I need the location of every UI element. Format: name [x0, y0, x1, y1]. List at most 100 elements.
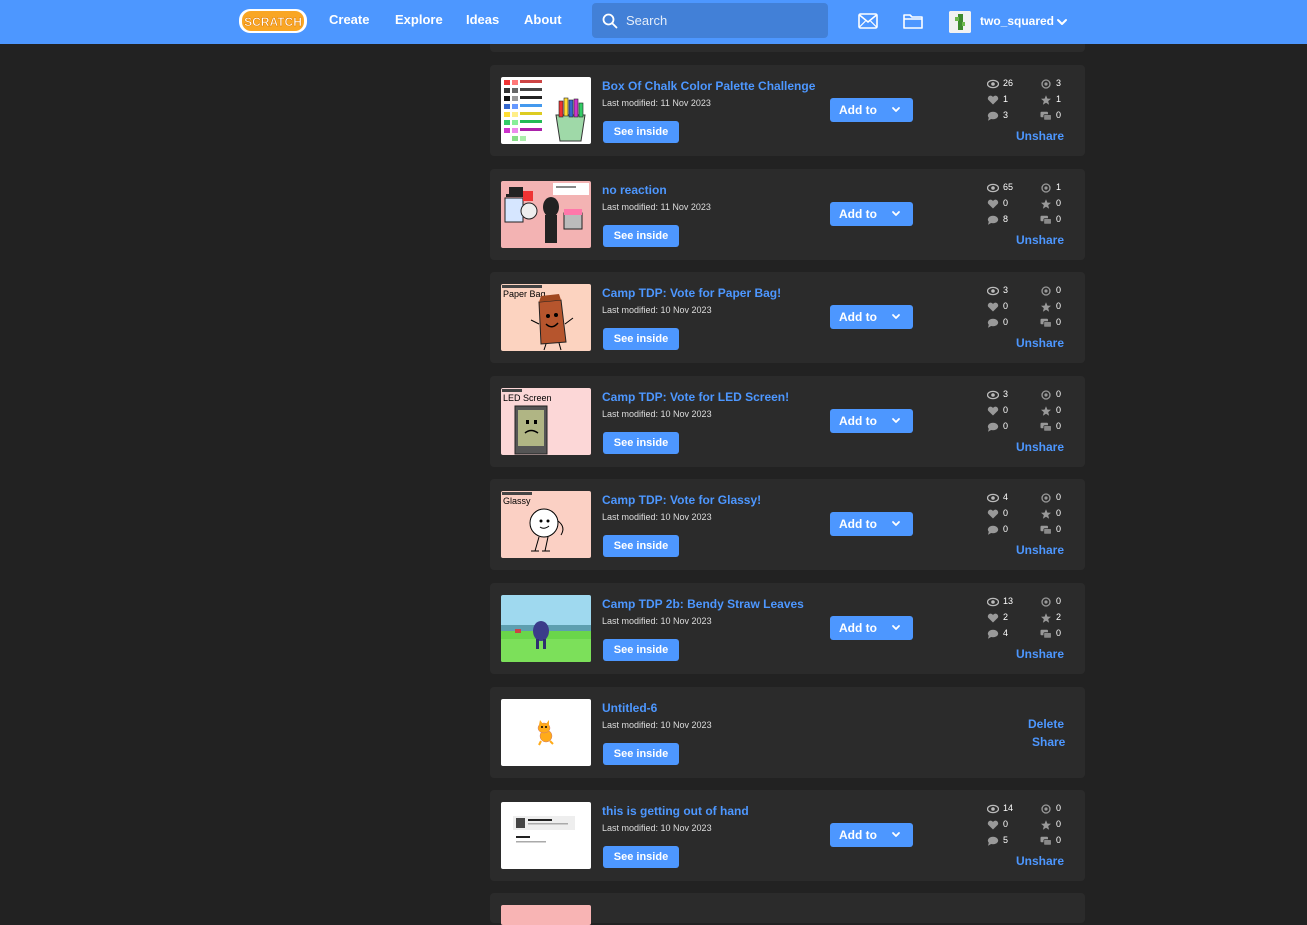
project-thumbnail[interactable]: [501, 181, 591, 248]
unshare-link[interactable]: Unshare: [1016, 647, 1064, 661]
chevron-down-icon: [892, 314, 900, 319]
star-icon: [1040, 509, 1052, 519]
project-thumbnail[interactable]: [501, 802, 591, 869]
heart-icon: [987, 509, 999, 519]
unshare-link[interactable]: Unshare: [1016, 336, 1064, 350]
remix-icon: [1040, 493, 1052, 503]
see-inside-button[interactable]: See inside: [603, 225, 679, 247]
see-inside-button[interactable]: See inside: [603, 121, 679, 143]
remix-icon: [1040, 183, 1052, 193]
project-thumbnail[interactable]: [501, 905, 591, 925]
project-title-link[interactable]: Camp TDP 2b: Bendy Straw Leaves: [602, 597, 804, 611]
heart-icon: [987, 820, 999, 830]
last-modified-text: Last modified: 11 Nov 2023: [602, 98, 711, 108]
project-card: Paper Bag Camp TDP: Vote for Paper Bag! …: [490, 272, 1085, 363]
add-to-studio-button[interactable]: Add to: [830, 409, 913, 433]
scratch-logo[interactable]: SCRATCH: [238, 7, 308, 35]
nav-about[interactable]: About: [524, 12, 562, 27]
star-icon: [1040, 95, 1052, 105]
unshare-link[interactable]: Unshare: [1016, 854, 1064, 868]
my-stuff-folder-icon[interactable]: [902, 11, 924, 31]
heart-icon: [987, 199, 999, 209]
see-inside-button[interactable]: See inside: [603, 743, 679, 765]
add-to-studio-button[interactable]: Add to: [830, 616, 913, 640]
comment-icon: [987, 318, 999, 328]
add-to-studio-button[interactable]: Add to: [830, 305, 913, 329]
add-to-studio-button[interactable]: Add to: [830, 823, 913, 847]
see-inside-button[interactable]: See inside: [603, 846, 679, 868]
project-title-link[interactable]: Camp TDP: Vote for Glassy!: [602, 493, 761, 507]
messages-icon[interactable]: [857, 11, 879, 31]
project-thumbnail[interactable]: LED Screen: [501, 388, 591, 455]
star-icon: [1040, 302, 1052, 312]
see-inside-button[interactable]: See inside: [603, 535, 679, 557]
project-title-link[interactable]: Box Of Chalk Color Palette Challenge: [602, 79, 815, 93]
unshare-link[interactable]: Unshare: [1016, 129, 1064, 143]
studio-icon: [1040, 111, 1052, 121]
add-to-label: Add to: [839, 517, 877, 531]
last-modified-text: Last modified: 10 Nov 2023: [602, 720, 712, 730]
add-to-label: Add to: [839, 621, 877, 635]
search-icon: [602, 13, 618, 29]
nav-create[interactable]: Create: [329, 12, 369, 27]
project-title-link[interactable]: Camp TDP: Vote for Paper Bag!: [602, 286, 781, 300]
star-icon: [1040, 613, 1052, 623]
project-card: this is getting out of hand Last modifie…: [490, 790, 1085, 881]
add-to-studio-button[interactable]: Add to: [830, 512, 913, 536]
svg-text:SCRATCH: SCRATCH: [244, 15, 302, 29]
project-thumbnail[interactable]: Paper Bag: [501, 284, 591, 351]
project-card: Untitled-6 Last modified: 10 Nov 2023 Se…: [490, 687, 1085, 778]
unshare-link[interactable]: Unshare: [1016, 440, 1064, 454]
last-modified-text: Last modified: 10 Nov 2023: [602, 409, 712, 419]
nav-explore[interactable]: Explore: [395, 12, 443, 27]
see-inside-button[interactable]: See inside: [603, 639, 679, 661]
chevron-down-icon[interactable]: [1056, 16, 1068, 28]
add-to-studio-button[interactable]: Add to: [830, 202, 913, 226]
project-card: Box Of Chalk Color Palette Challenge Las…: [490, 65, 1085, 156]
heart-icon: [987, 406, 999, 416]
chevron-down-icon: [892, 418, 900, 423]
share-link[interactable]: Share: [1032, 735, 1065, 749]
comment-icon: [987, 111, 999, 121]
project-card: [490, 893, 1085, 925]
comment-icon: [987, 215, 999, 225]
username[interactable]: two_squared: [980, 14, 1054, 28]
project-title-link[interactable]: Camp TDP: Vote for LED Screen!: [602, 390, 789, 404]
eye-icon: [986, 286, 1000, 296]
project-thumbnail[interactable]: [501, 595, 591, 662]
studio-icon: [1040, 422, 1052, 432]
star-icon: [1040, 820, 1052, 830]
chevron-down-icon: [892, 625, 900, 630]
project-thumbnail[interactable]: Glassy: [501, 491, 591, 558]
eye-icon: [986, 390, 1000, 400]
studio-icon: [1040, 318, 1052, 328]
last-modified-text: Last modified: 11 Nov 2023: [602, 202, 711, 212]
comment-icon: [987, 525, 999, 535]
search-input[interactable]: [626, 3, 816, 38]
eye-icon: [986, 79, 1000, 89]
add-to-label: Add to: [839, 310, 877, 324]
chevron-down-icon: [892, 832, 900, 837]
eye-icon: [986, 597, 1000, 607]
see-inside-button[interactable]: See inside: [603, 432, 679, 454]
heart-icon: [987, 95, 999, 105]
studio-icon: [1040, 525, 1052, 535]
see-inside-button[interactable]: See inside: [603, 328, 679, 350]
eye-icon: [986, 804, 1000, 814]
last-modified-text: Last modified: 10 Nov 2023: [602, 823, 712, 833]
remix-icon: [1040, 597, 1052, 607]
project-title-link[interactable]: no reaction: [602, 183, 667, 197]
heart-icon: [987, 302, 999, 312]
nav-ideas[interactable]: Ideas: [466, 12, 499, 27]
remix-icon: [1040, 804, 1052, 814]
project-thumbnail[interactable]: [501, 699, 591, 766]
project-thumbnail[interactable]: [501, 77, 591, 144]
unshare-link[interactable]: Unshare: [1016, 233, 1064, 247]
project-title-link[interactable]: this is getting out of hand: [602, 804, 749, 818]
avatar[interactable]: [949, 11, 971, 33]
project-title-link[interactable]: Untitled-6: [602, 701, 657, 715]
add-to-studio-button[interactable]: Add to: [830, 98, 913, 122]
delete-link[interactable]: Delete: [1028, 717, 1064, 731]
unshare-link[interactable]: Unshare: [1016, 543, 1064, 557]
last-modified-text: Last modified: 10 Nov 2023: [602, 512, 712, 522]
